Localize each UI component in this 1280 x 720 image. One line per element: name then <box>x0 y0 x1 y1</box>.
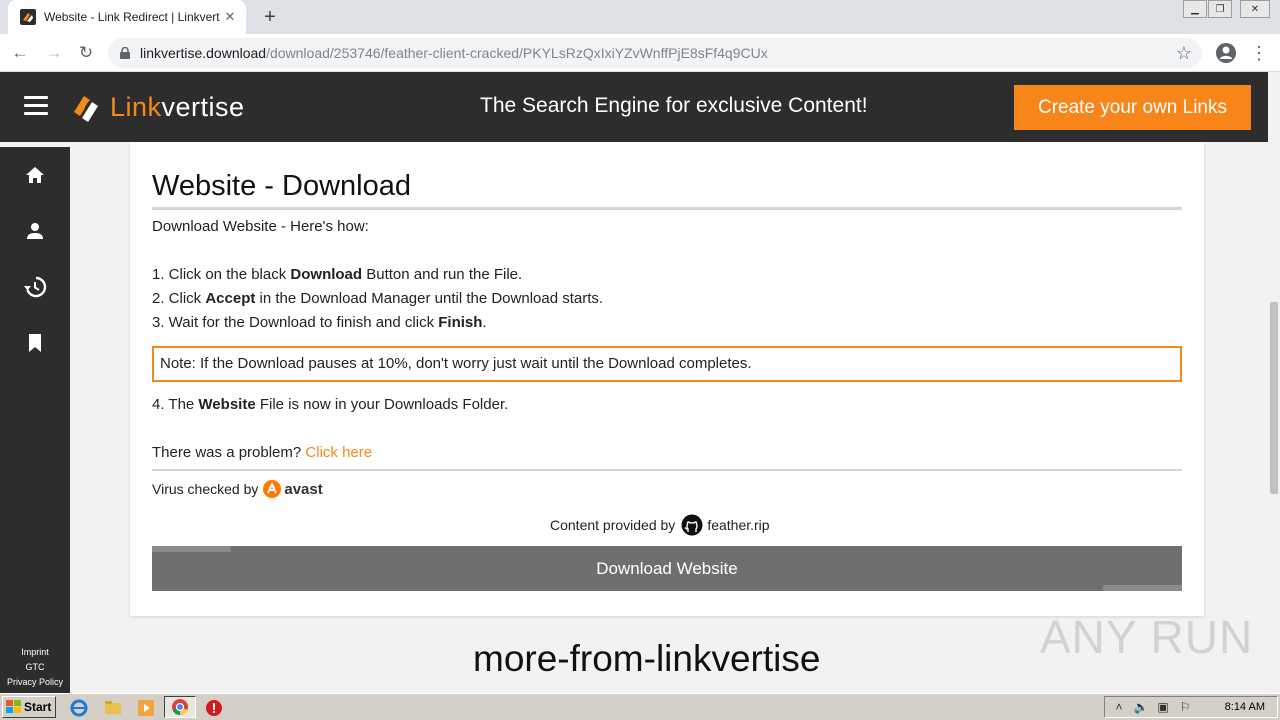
more-from-heading: more-from-linkvertise <box>473 638 821 679</box>
home-icon[interactable] <box>23 163 47 187</box>
file-explorer-icon[interactable] <box>104 699 122 717</box>
chrome-icon <box>172 699 188 716</box>
site-header: Linkvertise The Search Engine for exclus… <box>0 72 1268 142</box>
browser-tab[interactable]: Website - Link Redirect | Linkvertise ✕ <box>8 0 246 34</box>
download-website-button[interactable]: Download Website <box>152 546 1182 591</box>
sidebar: Imprint GTC Privacy Policy <box>0 147 70 693</box>
step-4: 4. The Website File is now in your Downl… <box>152 396 509 413</box>
start-button[interactable]: Start <box>2 696 56 718</box>
step-1: 1. Click on the black Download Button an… <box>152 266 523 283</box>
linkvertise-favicon-icon <box>20 9 36 25</box>
windows-logo-icon <box>6 700 21 713</box>
tray-expand-icon[interactable]: ˄ <box>1111 699 1127 715</box>
problem-text: There was a problem? Click here <box>152 444 373 461</box>
avast-logo: avast <box>262 479 323 499</box>
footer-divider <box>152 469 1182 471</box>
chrome-taskbar-item[interactable] <box>164 696 196 718</box>
media-player-icon[interactable] <box>137 699 155 717</box>
imprint-link[interactable]: Imprint <box>0 647 70 657</box>
internet-explorer-icon[interactable] <box>70 699 88 717</box>
create-links-button[interactable]: Create your own Links <box>1014 85 1251 130</box>
history-icon[interactable] <box>23 275 47 299</box>
bookmark-icon[interactable] <box>23 331 47 355</box>
title-divider <box>152 207 1182 210</box>
clock: 8:14 AM <box>1224 701 1265 713</box>
github-icon <box>681 514 703 536</box>
linkvertise-logo-icon <box>74 96 98 122</box>
intro-text: Download Website - Here's how: <box>152 218 369 235</box>
user-icon[interactable] <box>23 219 47 243</box>
privacy-policy-link[interactable]: Privacy Policy <box>0 677 70 687</box>
virus-checked-label: Virus checked by <box>152 481 259 497</box>
download-card: Website - Download Download Website - He… <box>130 142 1204 616</box>
page-scrollbar[interactable] <box>1268 72 1280 693</box>
bookmark-star-icon[interactable]: ☆ <box>1176 43 1192 64</box>
new-tab-button[interactable]: + <box>258 5 282 29</box>
linkvertise-logo[interactable]: Linkvertise <box>70 90 245 124</box>
restore-window-icon[interactable]: ❐ <box>1208 0 1232 18</box>
hamburger-menu-icon[interactable] <box>24 96 48 118</box>
content-provided-label: Content provided by <box>550 517 676 533</box>
stop-icon[interactable] <box>205 699 223 717</box>
back-arrow-icon[interactable]: ← <box>8 41 32 65</box>
flag-icon[interactable]: ⚐ <box>1177 699 1193 715</box>
tab-close-icon[interactable]: ✕ <box>220 7 240 27</box>
volume-icon[interactable]: 🔈 <box>1133 699 1149 715</box>
virus-check: Virus checked by avast <box>152 479 323 499</box>
lock-icon <box>120 47 130 59</box>
download-note: Note: If the Download pauses at 10%, don… <box>152 346 1182 382</box>
step-2: 2. Click Accept in the Download Manager … <box>152 290 604 307</box>
reload-icon[interactable]: ↻ <box>74 41 98 65</box>
browser-menu-icon[interactable]: ⋮ <box>1250 42 1268 64</box>
provider-name[interactable]: feather.rip <box>707 517 769 533</box>
browser-toolbar: ← → ↻ linkvertise.download/download/2537… <box>0 34 1280 72</box>
url-text: linkvertise.download/download/253746/fea… <box>140 45 768 61</box>
minimize-window-icon[interactable]: ▁ <box>1183 0 1207 18</box>
header-tagline: The Search Engine for exclusive Content! <box>480 94 868 117</box>
progress-bar-segment <box>1103 585 1182 591</box>
address-bar[interactable]: linkvertise.download/download/253746/fea… <box>108 38 1202 68</box>
anyrun-watermark: ANY RUN <box>1040 611 1254 663</box>
close-window-icon[interactable]: ✕ <box>1240 0 1270 18</box>
browser-tab-strip: Website - Link Redirect | Linkvertise ✕ … <box>0 0 1280 34</box>
network-icon[interactable]: ▣ <box>1155 699 1171 715</box>
scrollbar-thumb[interactable] <box>1270 302 1278 494</box>
progress-bar-segment <box>152 546 231 552</box>
tab-title: Website - Link Redirect | Linkvertise <box>44 10 220 24</box>
page-title: Website - Download <box>152 170 411 202</box>
download-button-label: Download Website <box>596 558 738 578</box>
gtc-link[interactable]: GTC <box>0 662 70 672</box>
windows-taskbar: Start ˄ 🔈 ▣ ⚐ 8:14 AM <box>0 693 1280 720</box>
system-tray: ˄ 🔈 ▣ ⚐ 8:14 AM <box>1104 696 1278 718</box>
problem-link[interactable]: Click here <box>305 444 372 461</box>
step-3: 3. Wait for the Download to finish and c… <box>152 314 487 331</box>
content-provided: Content provided by feather.rip <box>550 514 770 536</box>
forward-arrow-icon[interactable]: → <box>42 41 66 65</box>
profile-avatar-icon[interactable] <box>1214 41 1238 65</box>
avast-icon <box>263 480 282 498</box>
